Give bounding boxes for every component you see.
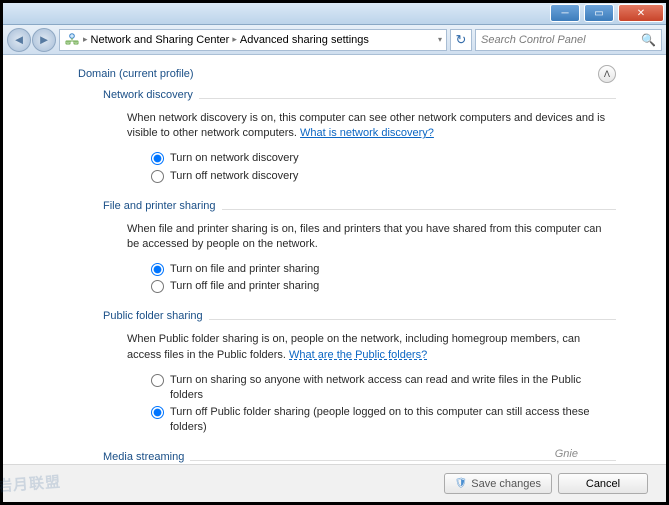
title-bar: ─ ▭ ✕ [3,3,666,25]
section-media-streaming: Media streaming When media streaming is … [103,451,616,464]
radio-group: Turn on sharing so anyone with network a… [151,373,612,436]
radio-group: Turn on file and printer sharing Turn of… [151,262,612,294]
divider [209,319,616,320]
section-body: When Public folder sharing is on, people… [103,322,616,441]
radio-label: Turn on sharing so anyone with network a… [170,373,612,403]
breadcrumb-advanced-sharing[interactable]: Advanced sharing settings [240,34,369,46]
button-label: Cancel [586,478,620,490]
refresh-button[interactable]: ↻ [450,29,472,51]
nav-buttons: ◄ ► [7,28,56,52]
radio-discovery-on[interactable]: Turn on network discovery [151,151,612,166]
radio-label: Turn off network discovery [170,169,298,184]
search-icon: 🔍 [641,33,656,47]
back-button[interactable]: ◄ [7,28,31,52]
profile-title: Domain (current profile) [78,68,194,80]
help-link-public-folders[interactable]: What are the Public folders? [289,349,427,361]
save-changes-button[interactable]: 🛡Save changes [444,473,552,494]
footer: 🛡Save changes Cancel [3,464,666,502]
radio-input[interactable] [151,374,164,387]
section-title: Media streaming [103,451,184,463]
maximize-button[interactable]: ▭ [584,4,614,22]
breadcrumb-network-center[interactable]: Network and Sharing Center [91,34,230,46]
radio-input[interactable] [151,280,164,293]
description-text: When file and printer sharing is on, fil… [127,223,601,250]
forward-button[interactable]: ► [32,28,56,52]
profile-header[interactable]: Domain (current profile) ᐱ [78,65,616,83]
network-icon [64,32,80,48]
radio-publicf-off[interactable]: Turn off Public folder sharing (people l… [151,405,612,435]
section-body: When network discovery is on, this compu… [103,101,616,190]
divider [199,98,616,99]
window: ─ ▭ ✕ ◄ ► ▸ Network and Sharing Center ▸… [0,0,669,505]
radio-fileprint-off[interactable]: Turn off file and printer sharing [151,279,612,294]
dropdown-icon[interactable]: ▾ [438,35,442,44]
radio-label: Turn off file and printer sharing [170,279,319,294]
radio-label: Turn on file and printer sharing [170,262,319,277]
help-link-network-discovery[interactable]: What is network discovery? [300,127,434,139]
search-placeholder: Search Control Panel [481,34,586,46]
button-label: Save changes [471,478,541,490]
chevron-icon: ▸ [232,34,237,45]
minimize-button[interactable]: ─ [550,4,580,22]
window-controls: ─ ▭ ✕ [548,3,666,24]
divider [222,209,616,210]
chevron-icon: ▸ [83,34,88,45]
divider [190,460,616,461]
shield-icon: 🛡 [455,478,468,489]
radio-group: Turn on network discovery Turn off netwo… [151,151,612,183]
section-file-printer-sharing: File and printer sharing When file and p… [103,200,616,301]
radio-discovery-off[interactable]: Turn off network discovery [151,169,612,184]
breadcrumb-path[interactable]: ▸ Network and Sharing Center ▸ Advanced … [59,29,447,51]
radio-label: Turn off Public folder sharing (people l… [170,405,612,435]
radio-input[interactable] [151,152,164,165]
content-area: Domain (current profile) ᐱ Network disco… [3,55,666,464]
address-bar: ◄ ► ▸ Network and Sharing Center ▸ Advan… [3,25,666,55]
cancel-button[interactable]: Cancel [558,473,648,494]
section-title: Public folder sharing [103,310,203,322]
section-title: File and printer sharing [103,200,216,212]
radio-input[interactable] [151,406,164,419]
section-body: When file and printer sharing is on, fil… [103,212,616,301]
search-input[interactable]: Search Control Panel 🔍 [475,29,662,51]
section-title: Network discovery [103,89,193,101]
section-public-folder-sharing: Public folder sharing When Public folder… [103,310,616,441]
radio-input[interactable] [151,263,164,276]
radio-publicf-on[interactable]: Turn on sharing so anyone with network a… [151,373,612,403]
radio-fileprint-on[interactable]: Turn on file and printer sharing [151,262,612,277]
section-network-discovery: Network discovery When network discovery… [103,89,616,190]
close-button[interactable]: ✕ [618,4,664,22]
radio-label: Turn on network discovery [170,151,299,166]
radio-input[interactable] [151,170,164,183]
collapse-button[interactable]: ᐱ [598,65,616,83]
